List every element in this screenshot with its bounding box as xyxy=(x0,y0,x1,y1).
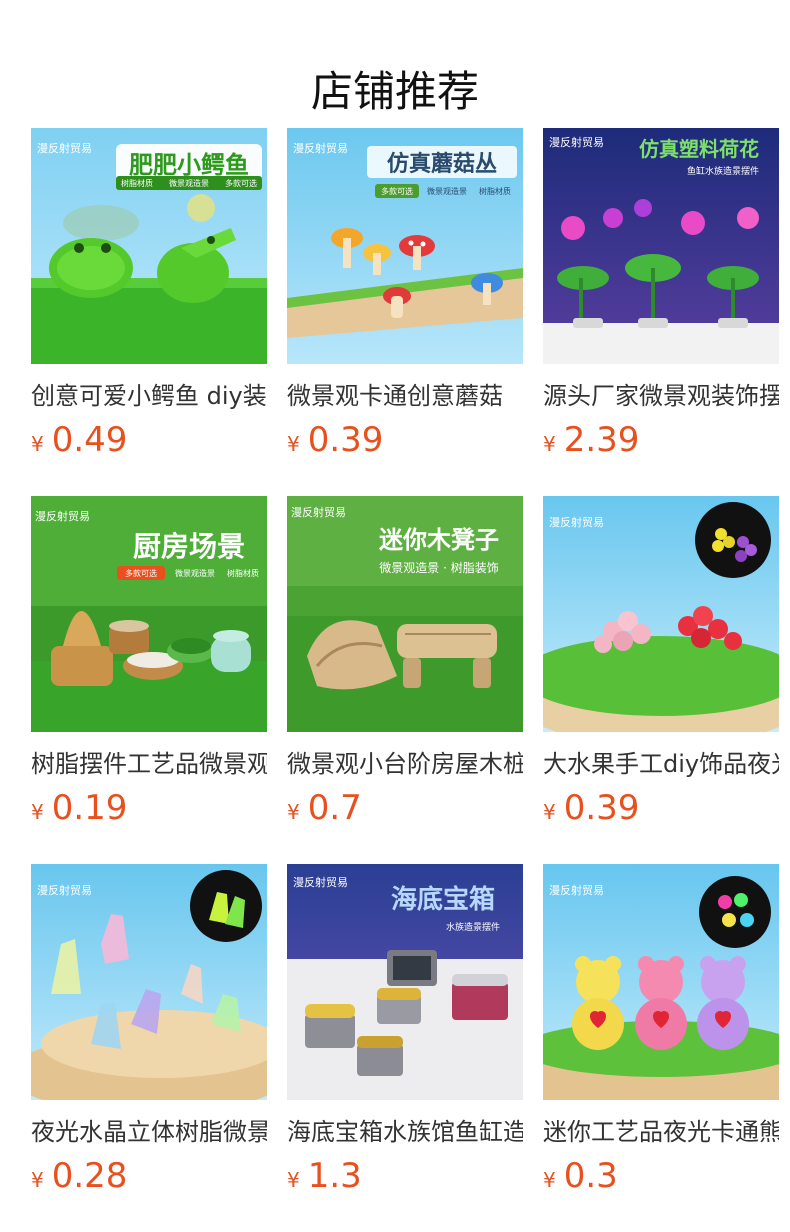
price-row: ¥ 2.39 xyxy=(543,420,779,460)
image-headline: 海底宝箱 xyxy=(391,884,495,915)
currency-symbol: ¥ xyxy=(31,800,44,824)
product-price: 0.19 xyxy=(51,788,128,828)
image-brand: 漫反射贸易 xyxy=(37,141,92,155)
image-tag: 多款可选 xyxy=(381,186,413,196)
image-tag: 微景观造景 · 树脂装饰 xyxy=(379,560,498,575)
product-name[interactable]: 树脂摆件工艺品微景观厨房 xyxy=(31,748,267,780)
product-name[interactable]: 大水果手工diy饰品夜光 xyxy=(543,748,779,780)
product-image[interactable]: 漫反射贸易 仿真塑料荷花 鱼缸水族造景摆件 xyxy=(543,128,779,364)
image-headline: 肥肥小鳄鱼 xyxy=(129,151,249,179)
product-name[interactable]: 创意可爱小鳄鱼 diy装饰摆件 xyxy=(31,380,267,412)
image-tag: 多款可选 xyxy=(225,178,257,188)
currency-symbol: ¥ xyxy=(543,1168,556,1192)
product-card[interactable]: 肥肥小鳄鱼 漫反射贸易 树脂材质 微景观造景 多款可选 创意可爱小鳄鱼 diy装… xyxy=(31,128,267,496)
product-price: 2.39 xyxy=(563,420,640,460)
product-name[interactable]: 微景观卡通创意蘑菇 xyxy=(287,380,523,412)
price-row: ¥ 0.7 xyxy=(287,788,523,828)
page-title: 店铺推荐 xyxy=(310,67,479,117)
image-tag: 微景观造景 xyxy=(427,186,467,196)
product-card[interactable]: 漫反射贸易 仿真塑料荷花 鱼缸水族造景摆件 源头厂家微景观装饰摆件 ¥ 2.39 xyxy=(543,128,779,496)
image-brand: 漫反射贸易 xyxy=(549,515,604,529)
currency-symbol: ¥ xyxy=(287,800,300,824)
image-tag: 多款可选 xyxy=(125,568,157,578)
store-recommendation-page: 店铺推荐 肥肥小鳄鱼 漫反射贸易 树脂材质 微景观造景 多款可选 创意可爱小鳄鱼… xyxy=(0,0,790,1232)
image-brand: 漫反射贸易 xyxy=(293,875,348,889)
image-headline: 仿真蘑菇丛 xyxy=(387,151,497,177)
price-row: ¥ 1.3 xyxy=(287,1156,523,1196)
image-brand: 漫反射贸易 xyxy=(549,883,604,897)
image-tag: 树脂材质 xyxy=(479,186,511,196)
image-brand: 漫反射贸易 xyxy=(549,135,604,149)
product-price: 0.3 xyxy=(563,1156,618,1196)
image-brand: 漫反射贸易 xyxy=(293,141,348,155)
product-name[interactable]: 源头厂家微景观装饰摆件 xyxy=(543,380,779,412)
currency-symbol: ¥ xyxy=(543,432,556,456)
product-grid: 肥肥小鳄鱼 漫反射贸易 树脂材质 微景观造景 多款可选 创意可爱小鳄鱼 diy装… xyxy=(31,128,790,1232)
currency-symbol: ¥ xyxy=(31,432,44,456)
currency-symbol: ¥ xyxy=(543,800,556,824)
product-name[interactable]: 迷你工艺品夜光卡通熊 xyxy=(543,1116,779,1148)
currency-symbol: ¥ xyxy=(31,1168,44,1192)
product-price: 0.28 xyxy=(51,1156,128,1196)
product-name[interactable]: 海底宝箱水族馆鱼缸造景 xyxy=(287,1116,523,1148)
product-price: 0.39 xyxy=(307,420,384,460)
price-row: ¥ 0.49 xyxy=(31,420,267,460)
image-tag: 树脂材质 xyxy=(121,178,153,188)
product-name[interactable]: 微景观小台阶房屋木桩 xyxy=(287,748,523,780)
image-tag: 微景观造景 xyxy=(169,178,209,188)
price-row: ¥ 0.39 xyxy=(543,788,779,828)
product-image[interactable]: 漫反射贸易 xyxy=(543,496,779,732)
product-name[interactable]: 夜光水晶立体树脂微景观 xyxy=(31,1116,267,1148)
product-image[interactable]: 漫反射贸易 xyxy=(31,864,267,1100)
product-image[interactable]: 漫反射贸易 xyxy=(543,864,779,1100)
product-card[interactable]: 漫反射贸易 海底宝箱 水族造景摆件 海底宝箱水族馆鱼缸造景 ¥ 1.3 xyxy=(287,864,523,1232)
product-card[interactable]: 漫反射贸易 夜光水晶立体树脂微景观 ¥ 0.28 xyxy=(31,864,267,1232)
price-row: ¥ 0.19 xyxy=(31,788,267,828)
image-headline: 仿真塑料荷花 xyxy=(639,137,759,161)
product-card[interactable]: 漫反射贸易 厨房场景 多款可选 微景观造景 树脂材质 树脂摆件工艺品微景观厨房 … xyxy=(31,496,267,864)
image-brand: 漫反射贸易 xyxy=(291,505,346,519)
image-tag: 水族造景摆件 xyxy=(446,921,500,933)
image-brand: 漫反射贸易 xyxy=(37,883,92,897)
price-row: ¥ 0.3 xyxy=(543,1156,779,1196)
image-tag: 鱼缸水族造景摆件 xyxy=(687,165,759,177)
image-tag: 树脂材质 xyxy=(227,568,259,578)
image-headline: 厨房场景 xyxy=(133,530,245,563)
price-row: ¥ 0.28 xyxy=(31,1156,267,1196)
product-card[interactable]: 漫反射贸易 大水果手工diy饰品夜光 ¥ 0.39 xyxy=(543,496,779,864)
image-headline: 迷你木凳子 xyxy=(379,526,499,554)
product-card[interactable]: 漫反射贸易 仿真蘑菇丛 多款可选 微景观造景 树脂材质 微景观卡通创意蘑菇 ¥ … xyxy=(287,128,523,496)
product-price: 0.7 xyxy=(307,788,362,828)
product-image[interactable]: 肥肥小鳄鱼 漫反射贸易 树脂材质 微景观造景 多款可选 xyxy=(31,128,267,364)
product-card[interactable]: 漫反射贸易 迷你工艺品夜光卡通熊 ¥ 0.3 xyxy=(543,864,779,1232)
product-image[interactable]: 漫反射贸易 仿真蘑菇丛 多款可选 微景观造景 树脂材质 xyxy=(287,128,523,364)
product-image[interactable]: 漫反射贸易 海底宝箱 水族造景摆件 xyxy=(287,864,523,1100)
currency-symbol: ¥ xyxy=(287,1168,300,1192)
product-price: 1.3 xyxy=(307,1156,362,1196)
image-tag: 微景观造景 xyxy=(175,568,215,578)
price-row: ¥ 0.39 xyxy=(287,420,523,460)
product-image[interactable]: 漫反射贸易 厨房场景 多款可选 微景观造景 树脂材质 xyxy=(31,496,267,732)
image-brand: 漫反射贸易 xyxy=(35,509,90,523)
product-card[interactable]: 漫反射贸易 迷你木凳子 微景观造景 · 树脂装饰 微景观小台阶房屋木桩 ¥ 0.… xyxy=(287,496,523,864)
product-price: 0.39 xyxy=(563,788,640,828)
currency-symbol: ¥ xyxy=(287,432,300,456)
product-price: 0.49 xyxy=(51,420,128,460)
product-image[interactable]: 漫反射贸易 迷你木凳子 微景观造景 · 树脂装饰 xyxy=(287,496,523,732)
